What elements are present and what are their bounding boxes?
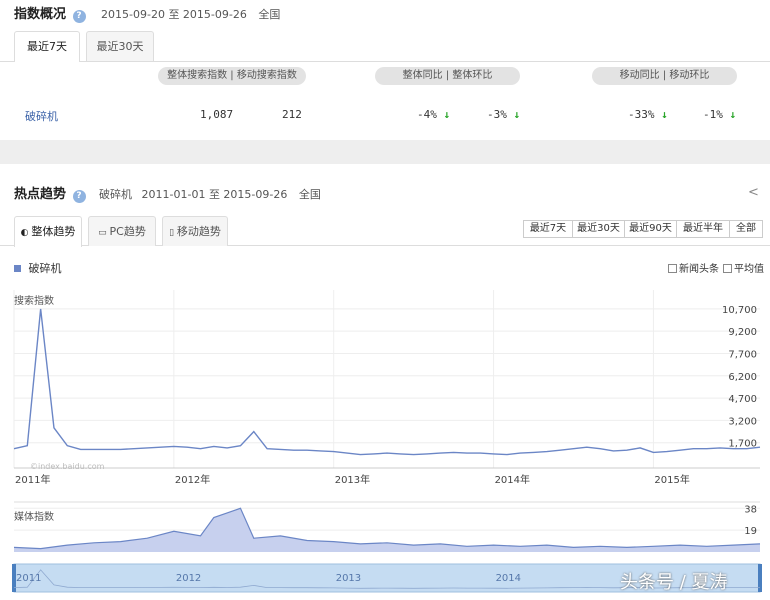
x-tick-label: 2011年	[15, 473, 50, 486]
overview-header: 指数概况 ? 2015-09-20 至 2015-09-26 全国	[14, 3, 280, 23]
mobile-index-value: 212	[282, 108, 302, 121]
arrow-down-icon: ↓	[654, 108, 668, 121]
overview-date-range: 2015-09-20 至 2015-09-26	[101, 8, 247, 21]
navigator-tick-label: 2014	[496, 573, 521, 584]
tab-mobile-trend[interactable]: ▯ 移动趋势	[162, 216, 228, 246]
range-last-30-days[interactable]: 最近30天	[572, 220, 625, 238]
arrow-down-icon: ↓	[436, 108, 451, 121]
watermark: ©index.baidu.com	[30, 462, 105, 471]
tab-last-30-days[interactable]: 最近30天	[86, 31, 154, 61]
arrow-down-icon: ↓	[506, 108, 521, 121]
y-tick-label: 3,200	[728, 416, 757, 427]
range-half-year[interactable]: 最近半年	[676, 220, 730, 238]
trend-keyword: 破碎机	[99, 188, 133, 201]
trend-chart: 1,7003,2004,7006,2007,7009,20010,7002011…	[12, 290, 762, 593]
trend-header: 热点趋势 ? 破碎机 2011-01-01 至 2015-09-26 全国	[14, 183, 321, 203]
tab-pc-trend[interactable]: ▭ PC趋势	[88, 216, 156, 246]
y-tick-label: 9,200	[728, 327, 757, 338]
media-y-tick-label: 38	[744, 504, 757, 515]
total-index-value: 1,087	[200, 108, 234, 121]
overall-mom-value: -3%	[487, 108, 507, 121]
navigator-tick-label: 2013	[336, 573, 361, 584]
checkbox-icon	[668, 264, 677, 273]
mobile-mom-value: -1%	[703, 108, 723, 121]
overview-title: 指数概况	[14, 7, 67, 22]
trend-title: 热点趋势	[14, 187, 67, 202]
legend-label: 破碎机	[28, 262, 62, 275]
y-tick-label: 7,700	[728, 349, 757, 360]
section-separator	[0, 140, 770, 164]
option-average[interactable]: 平均值	[723, 260, 764, 275]
phone-icon: ▯	[169, 228, 177, 238]
pill-total-index: 整体搜索指数 | 移动搜索指数	[158, 67, 306, 85]
footer-watermark: 头条号 / 夏涛	[620, 572, 728, 593]
share-icon[interactable]: <	[748, 185, 759, 200]
checkbox-icon	[723, 264, 732, 273]
tab-last-7-days[interactable]: 最近7天	[14, 31, 80, 62]
trend-region: 全国	[298, 188, 321, 201]
option-news-label: 新闻头条	[679, 264, 719, 275]
help-icon[interactable]: ?	[72, 10, 86, 23]
tab-mobile-trend-label: 移动趋势	[176, 225, 221, 238]
help-icon[interactable]: ?	[72, 190, 86, 203]
navigator-tick-label: 2012	[176, 573, 201, 584]
pill-overall-compare: 整体同比 | 整体环比	[375, 67, 520, 85]
media-y-tick-label: 19	[744, 526, 757, 537]
x-tick-label: 2013年	[335, 473, 370, 486]
overall-yoy-value: -4%	[417, 108, 437, 121]
legend-swatch	[14, 265, 21, 272]
pill-mobile-compare: 移动同比 | 移动环比	[592, 67, 737, 85]
tab-divider	[0, 61, 770, 62]
overview-region: 全国	[258, 8, 281, 21]
arrow-down-icon: ↓	[722, 108, 737, 121]
pie-icon: ◐	[20, 228, 32, 238]
legend: 破碎机	[14, 260, 62, 276]
y-tick-label: 6,200	[728, 372, 757, 383]
option-news[interactable]: 新闻头条	[668, 260, 719, 275]
x-tick-label: 2014年	[495, 473, 530, 486]
y-tick-label: 10,700	[722, 305, 757, 316]
tab-pc-trend-label: PC趋势	[109, 225, 146, 238]
trend-date-range: 2011-01-01 至 2015-09-26	[141, 188, 288, 201]
range-all[interactable]: 全部	[729, 220, 763, 238]
option-average-label: 平均值	[734, 264, 764, 275]
y-tick-label: 4,700	[728, 394, 757, 405]
monitor-icon: ▭	[98, 228, 110, 238]
keyword-link[interactable]: 破碎机	[25, 108, 58, 124]
x-tick-label: 2012年	[175, 473, 210, 486]
range-last-7-days[interactable]: 最近7天	[523, 220, 573, 238]
tab-overall-trend[interactable]: ◐ 整体趋势	[14, 216, 82, 247]
navigator-tick-label: 2011	[16, 573, 41, 584]
x-tick-label: 2015年	[654, 473, 689, 486]
range-last-90-days[interactable]: 最近90天	[624, 220, 677, 238]
mobile-yoy-value: -33%	[628, 108, 655, 121]
tab-overall-trend-label: 整体趋势	[31, 225, 76, 238]
